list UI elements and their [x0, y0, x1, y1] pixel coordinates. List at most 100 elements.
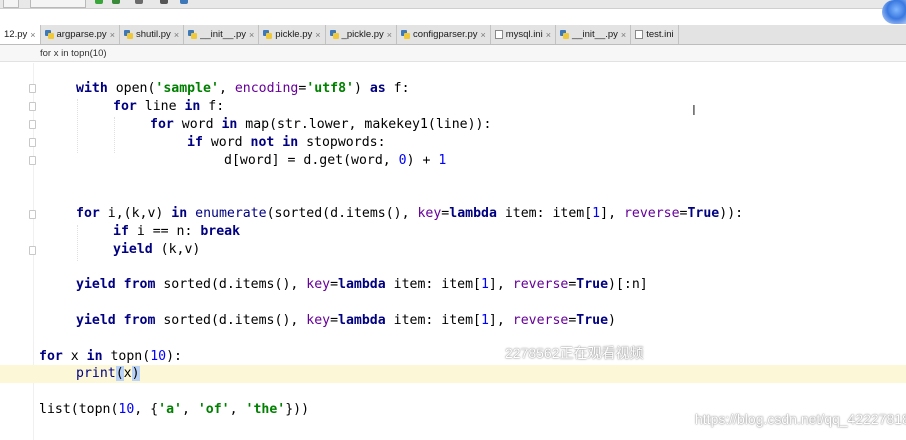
keyword: lambda	[449, 206, 497, 221]
code-text: }))	[285, 402, 310, 417]
tab-12-py[interactable]: 12.py ×	[0, 25, 41, 44]
code-text: (k,v)	[152, 242, 201, 257]
keyword: if	[187, 135, 203, 150]
run-config-dropdown[interactable]	[30, 0, 86, 8]
tab-label: __init__.py	[571, 29, 618, 40]
tab-label: pickle.py	[275, 29, 313, 40]
python-file-icon	[401, 30, 411, 39]
number: 0	[398, 153, 407, 168]
fold-marker[interactable]	[29, 138, 36, 147]
keyword: if	[113, 224, 129, 239]
tab-label: mysql.ini	[505, 29, 543, 40]
code-text: (sorted(d.items(),	[266, 206, 418, 221]
tab-pickle-py[interactable]: pickle.py ×	[259, 25, 326, 44]
number: 1	[438, 153, 447, 168]
code-text: word	[202, 135, 251, 150]
close-icon[interactable]: ×	[174, 30, 179, 40]
code-text: item: item[	[385, 313, 481, 328]
code-text: f:	[200, 99, 225, 114]
tab-init-py-2[interactable]: __init__.py ×	[556, 25, 632, 44]
code-line: if i == n: break	[39, 223, 240, 241]
number: 10	[118, 402, 135, 417]
keyword: for	[39, 349, 63, 364]
profile-icon[interactable]	[160, 0, 168, 4]
code-text: ],	[488, 313, 513, 328]
run-icon[interactable]	[95, 0, 103, 4]
string: 'utf8'	[306, 81, 354, 96]
close-icon[interactable]: ×	[315, 30, 320, 40]
code-text: word	[173, 117, 222, 132]
tab-test-ini[interactable]: test.ini	[631, 25, 679, 44]
keyword-argument: reverse	[623, 206, 680, 221]
ini-file-icon	[494, 30, 503, 39]
code-line: for word in map(str.lower, makekey1(line…	[39, 116, 491, 134]
code-text: ,	[229, 402, 246, 417]
keyword: yield from	[76, 277, 156, 292]
code-line: yield from sorted(d.items(), key=lambda …	[39, 276, 648, 294]
python-file-icon	[559, 30, 569, 39]
code-text: ],	[600, 206, 624, 221]
python-file-icon	[188, 30, 198, 39]
string: 'the'	[245, 402, 286, 417]
fold-marker[interactable]	[29, 156, 36, 165]
code-text: sorted(d.items(),	[155, 313, 307, 328]
code-line: for x in topn(10):	[39, 348, 182, 366]
editor-tabs: 12.py × argparse.py × shutil.py × __init…	[0, 25, 906, 45]
fold-marker[interactable]	[29, 102, 36, 111]
tab-underscore-pickle-py[interactable]: _pickle.py ×	[326, 25, 398, 44]
keyword: as	[369, 81, 386, 96]
fold-marker[interactable]	[29, 120, 36, 129]
tab-label: test.ini	[646, 29, 674, 40]
close-icon[interactable]: ×	[480, 30, 485, 40]
viewer-count-watermark: 2278562正在观看视频	[505, 345, 644, 361]
close-icon[interactable]: ×	[387, 30, 392, 40]
builtin-function: print	[76, 366, 116, 381]
tab-configparser-py[interactable]: configparser.py ×	[397, 25, 491, 44]
code-text: x	[123, 366, 132, 381]
help-icon[interactable]	[180, 0, 188, 4]
python-file-icon	[263, 30, 273, 39]
fold-marker[interactable]	[29, 246, 36, 255]
close-icon[interactable]: ×	[621, 30, 626, 40]
keyword-argument: reverse	[512, 313, 569, 328]
keyword: for	[113, 99, 137, 114]
tab-label: _pickle.py	[341, 29, 384, 40]
tab-shutil-py[interactable]: shutil.py ×	[120, 25, 185, 44]
code-text: ,	[218, 81, 235, 96]
breadcrumb-label: for x in topn(10)	[40, 48, 107, 59]
python-file-icon	[329, 30, 339, 39]
code-text: =	[330, 313, 339, 328]
number: 1	[592, 206, 601, 221]
debug-icon[interactable]	[112, 0, 120, 4]
close-icon[interactable]: ×	[110, 30, 115, 40]
keyword: True	[576, 313, 609, 328]
tab-init-py[interactable]: __init__.py ×	[184, 25, 260, 44]
string: 'of'	[197, 402, 230, 417]
code-text: ,	[181, 402, 198, 417]
gutter[interactable]	[0, 63, 36, 440]
close-icon[interactable]: ×	[546, 30, 551, 40]
code-text: item: item[	[496, 206, 593, 221]
code-text: )	[353, 81, 370, 96]
code-line: print(x)	[39, 365, 140, 383]
code-line: for line in f:	[39, 98, 224, 116]
fold-marker[interactable]	[29, 84, 36, 93]
breadcrumb[interactable]: for x in topn(10)	[0, 45, 906, 62]
tab-mysql-ini[interactable]: mysql.ini ×	[491, 25, 556, 44]
tab-argparse-py[interactable]: argparse.py ×	[41, 25, 120, 44]
code-text: )	[608, 313, 616, 328]
toolbar-button[interactable]	[3, 0, 19, 8]
tab-label: argparse.py	[56, 29, 107, 40]
close-icon[interactable]: ×	[249, 30, 254, 40]
fold-marker[interactable]	[29, 210, 36, 219]
keyword: for	[76, 206, 100, 221]
coverage-icon[interactable]	[135, 0, 143, 4]
keyword-argument: key	[306, 313, 331, 328]
keyword: True	[687, 206, 720, 221]
code-text: ],	[488, 277, 513, 292]
code-editor[interactable]: with open('sample', encoding='utf8') as …	[0, 63, 906, 440]
code-line: for i,(k,v) in enumerate(sorted(d.items(…	[39, 205, 743, 223]
keyword: in	[184, 99, 201, 114]
close-icon[interactable]: ×	[30, 30, 35, 40]
code-text: stopwords:	[298, 135, 386, 150]
